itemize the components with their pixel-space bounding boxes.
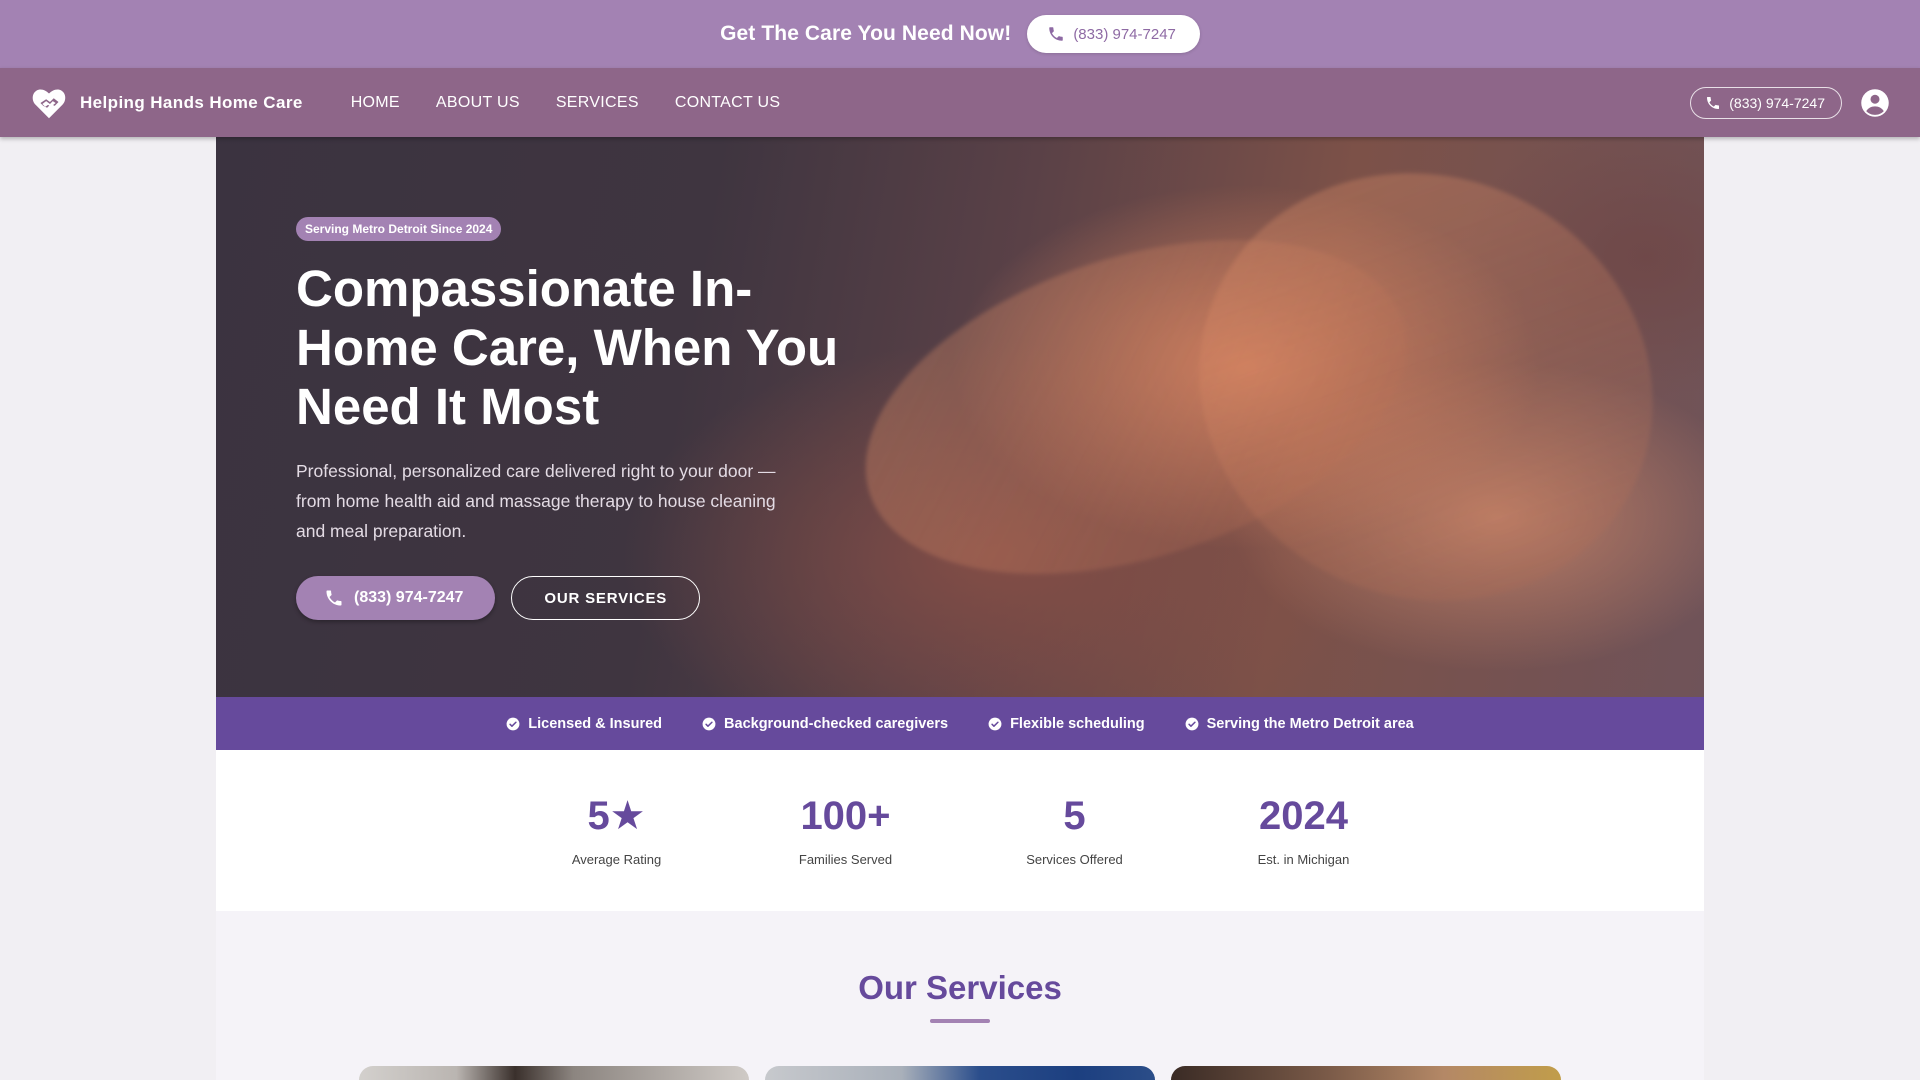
trust-item: Background-checked caregivers: [702, 716, 948, 732]
brand-name: Helping Hands Home Care: [80, 92, 303, 112]
trust-item-label: Licensed & Insured: [528, 715, 663, 732]
heart-hands-icon: [32, 88, 66, 118]
stat-label: Average Rating: [571, 852, 662, 867]
stats-section: 5★ Average Rating 100+ Families Served 5…: [216, 750, 1704, 911]
trust-item: Licensed & Insured: [506, 716, 662, 732]
services-section: Our Services: [216, 911, 1704, 1080]
service-card-image[interactable]: [359, 1066, 749, 1080]
trust-item: Serving the Metro Detroit area: [1185, 716, 1414, 732]
stat-item: 2024 Est. in Michigan: [1189, 794, 1418, 867]
our-services-button[interactable]: OUR SERVICES: [511, 576, 701, 620]
hero-background-shape: [1128, 137, 1704, 675]
stat-item: 5★ Average Rating: [502, 794, 731, 867]
nav-link-services[interactable]: SERVICES: [556, 94, 639, 112]
trust-strip: Licensed & Insured Background-checked ca…: [216, 697, 1704, 750]
nav-links: HOME ABOUT US SERVICES CONTACT US: [351, 94, 781, 112]
main-container: Serving Metro Detroit Since 2024 Compass…: [216, 137, 1704, 1080]
check-circle-icon: [702, 717, 716, 730]
stat-label: Families Served: [798, 852, 893, 867]
hero-description: Professional, personalized care delivere…: [296, 461, 776, 541]
hero-badge: Serving Metro Detroit Since 2024: [296, 217, 502, 241]
check-circle-icon: [506, 717, 520, 730]
trust-item-label: Background-checked caregivers: [724, 715, 949, 732]
account-circle-icon[interactable]: [1860, 88, 1890, 118]
promo-phone-button[interactable]: (833) 974-7247: [1027, 15, 1200, 53]
promo-text: Get The Care You Need Now!: [720, 22, 1012, 45]
brand-logo-link[interactable]: Helping Hands Home Care: [30, 84, 303, 122]
phone-icon: [326, 590, 342, 606]
stat-item: 100+ Families Served: [731, 794, 960, 867]
hero-call-label: (833) 974-7247: [354, 589, 464, 606]
promo-phone-label: (833) 974-7247: [1073, 25, 1176, 43]
check-circle-icon: [1185, 717, 1199, 730]
stat-value: 100+: [800, 794, 891, 838]
stat-value: 2024: [1259, 794, 1348, 838]
nav-link-home[interactable]: HOME: [351, 94, 400, 112]
stat-label: Est. in Michigan: [1257, 852, 1350, 867]
service-card-image[interactable]: [765, 1066, 1155, 1080]
nav-phone-button[interactable]: (833) 974-7247: [1690, 86, 1842, 119]
nav-phone-label: (833) 974-7247: [1729, 94, 1825, 111]
stat-value: 5: [1063, 794, 1086, 838]
hero-call-button[interactable]: (833) 974-7247: [296, 576, 496, 620]
trust-item-label: Flexible scheduling: [1010, 715, 1145, 732]
trust-item-label: Serving the Metro Detroit area: [1206, 715, 1414, 732]
phone-icon: [1049, 27, 1064, 41]
hero-buttons: (833) 974-7247 OUR SERVICES: [296, 576, 896, 620]
stat-value: 5★: [587, 794, 646, 838]
nav-link-about-us[interactable]: ABOUT US: [436, 94, 520, 112]
promo-bar: Get The Care You Need Now! (833) 974-724…: [0, 0, 1920, 68]
service-card-image[interactable]: [1171, 1066, 1561, 1080]
services-title: Our Services: [858, 969, 1062, 1006]
nav-right: (833) 974-7247: [1690, 86, 1890, 119]
services-title-underline: [930, 1019, 990, 1023]
phone-icon: [1707, 96, 1720, 109]
stat-label: Services Offered: [1026, 852, 1123, 867]
hero-content: Serving Metro Detroit Since 2024 Compass…: [296, 217, 896, 620]
stat-item: 5 Services Offered: [960, 794, 1189, 867]
check-circle-icon: [988, 717, 1002, 730]
hero-section: Serving Metro Detroit Since 2024 Compass…: [216, 137, 1704, 697]
trust-item: Flexible scheduling: [988, 716, 1145, 732]
navbar: Helping Hands Home Care HOME ABOUT US SE…: [0, 68, 1920, 137]
nav-link-contact-us[interactable]: CONTACT US: [675, 94, 781, 112]
hero-title: Compassionate In-Home Care, When You Nee…: [296, 260, 839, 435]
